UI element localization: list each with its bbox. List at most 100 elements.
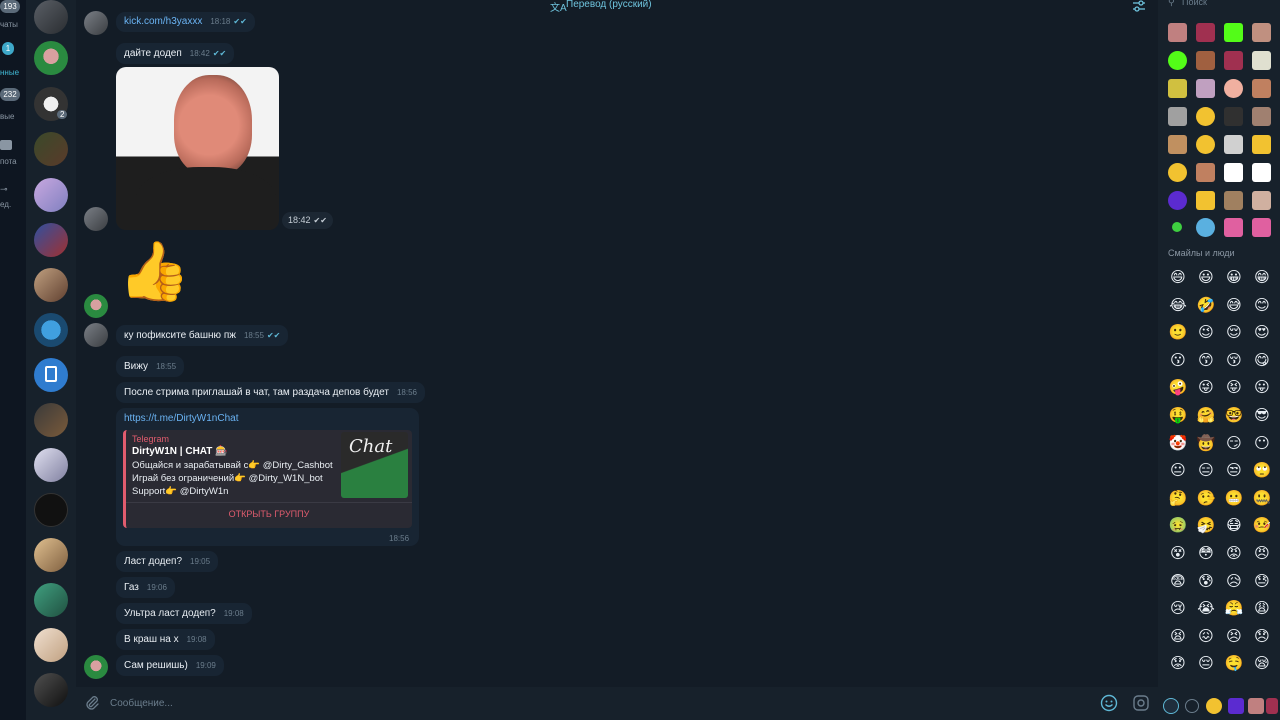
custom-emoji[interactable] xyxy=(1168,23,1187,42)
emoji-item[interactable]: 😶 xyxy=(1252,433,1272,453)
chat-avatar[interactable] xyxy=(34,583,68,617)
emoji-item[interactable]: 🤠 xyxy=(1196,433,1216,453)
message-bubble[interactable]: Ласт додеп? 19:05 xyxy=(116,551,219,572)
custom-emoji[interactable] xyxy=(1196,107,1215,126)
custom-emoji[interactable] xyxy=(1196,218,1215,237)
emoji-item[interactable]: 😚 xyxy=(1224,350,1244,370)
custom-emoji[interactable] xyxy=(1196,79,1215,98)
emoji-item[interactable]: 🤐 xyxy=(1252,488,1272,508)
emoji-item[interactable]: 😤 xyxy=(1224,598,1244,618)
emoji-item[interactable]: 😛 xyxy=(1252,377,1272,397)
custom-emoji[interactable] xyxy=(1196,163,1215,182)
folder-all-chats[interactable]: 193 чаты xyxy=(0,0,26,40)
link-preview-card[interactable]: Telegram DirtyW1N | CHAT 🎰 Общайся и зар… xyxy=(123,430,412,528)
emoji-item[interactable]: 🤧 xyxy=(1196,515,1216,535)
emoji-item[interactable]: 😍 xyxy=(1252,322,1272,342)
sender-avatar[interactable] xyxy=(84,294,108,318)
custom-emoji[interactable] xyxy=(1196,23,1215,42)
custom-emoji[interactable] xyxy=(1224,135,1243,154)
emoji-item[interactable]: 😪 xyxy=(1252,653,1272,673)
emoji-item[interactable]: 😜 xyxy=(1196,377,1216,397)
emoji-item[interactable]: 😎 xyxy=(1252,405,1272,425)
bot-commands-icon[interactable] xyxy=(1132,694,1150,712)
custom-emoji[interactable] xyxy=(1168,163,1187,182)
message-link[interactable]: kick.com/h3yaxxx xyxy=(124,16,202,27)
chat-avatar[interactable] xyxy=(34,41,68,75)
sender-avatar[interactable] xyxy=(84,207,108,231)
custom-emoji[interactable] xyxy=(1196,51,1215,70)
chat-avatar[interactable] xyxy=(34,132,68,166)
link-preview-message[interactable]: https://t.me/DirtyW1nChat Telegram Dirty… xyxy=(116,408,419,546)
custom-emoji[interactable] xyxy=(1252,51,1271,70)
sender-avatar[interactable] xyxy=(84,323,108,347)
emoji-item[interactable]: 😨 xyxy=(1168,571,1188,591)
emoji-item[interactable]: 😗 xyxy=(1168,350,1188,370)
custom-emoji[interactable] xyxy=(1252,218,1271,237)
emoji-item[interactable]: 😂 xyxy=(1168,295,1188,315)
chat-avatar[interactable] xyxy=(34,0,68,34)
chat-avatar[interactable] xyxy=(34,178,68,212)
emoji-item[interactable]: 🤔 xyxy=(1168,488,1188,508)
message-bubble[interactable]: Ультра ласт додеп? 19:08 xyxy=(116,603,252,624)
emoji-item[interactable]: 😒 xyxy=(1224,460,1244,480)
sticker-message[interactable]: 👍 xyxy=(118,236,190,306)
custom-emoji[interactable] xyxy=(1168,51,1187,70)
sender-avatar[interactable] xyxy=(84,655,108,679)
translate-icon[interactable]: 文A xyxy=(550,0,567,14)
emoji-item[interactable]: 😩 xyxy=(1252,598,1272,618)
emoji-item[interactable]: 😢 xyxy=(1168,598,1188,618)
custom-emoji[interactable] xyxy=(1196,191,1215,210)
chat-avatar[interactable] xyxy=(34,448,68,482)
emoji-search-input[interactable]: Поиск xyxy=(1182,0,1280,11)
custom-emoji[interactable] xyxy=(1172,222,1182,232)
custom-emoji[interactable] xyxy=(1168,79,1187,98)
emoji-item[interactable]: 🤪 xyxy=(1168,377,1188,397)
saved-messages-avatar[interactable] xyxy=(34,358,68,392)
pack-icon[interactable] xyxy=(1228,698,1244,714)
message-bubble[interactable]: ку пофиксите башню пж 18:55 ✔✔ xyxy=(116,325,289,346)
emoji-item[interactable]: 😀 xyxy=(1224,267,1244,287)
emoji-item[interactable]: 😅 xyxy=(1224,295,1244,315)
chat-avatar[interactable] xyxy=(34,628,68,662)
chat-avatar[interactable] xyxy=(34,268,68,302)
emoji-item[interactable]: 😄 xyxy=(1168,267,1188,287)
emoji-item[interactable]: 🤤 xyxy=(1224,653,1244,673)
chat-avatar[interactable] xyxy=(34,313,68,347)
pack-icon[interactable] xyxy=(1248,698,1264,714)
emoji-item[interactable]: 😭 xyxy=(1196,598,1216,618)
custom-emoji[interactable] xyxy=(1224,163,1243,182)
folder-personal[interactable]: 1 нные xyxy=(0,42,26,82)
emoji-item[interactable]: 😔 xyxy=(1196,653,1216,673)
message-bubble[interactable]: Сам решишь) 19:09 xyxy=(116,655,224,676)
emoji-item[interactable]: 😫 xyxy=(1168,626,1188,646)
custom-emoji[interactable] xyxy=(1252,163,1271,182)
message-input[interactable] xyxy=(110,693,1090,713)
message-bubble[interactable]: Газ 19:06 xyxy=(116,577,175,598)
emoji-item[interactable]: 😖 xyxy=(1196,626,1216,646)
emoji-item[interactable]: 😊 xyxy=(1252,295,1272,315)
emoji-item[interactable]: 😌 xyxy=(1224,322,1244,342)
emoji-item[interactable]: 🤗 xyxy=(1196,405,1216,425)
emoji-item[interactable]: 😵 xyxy=(1168,543,1188,563)
folder-edit[interactable]: ⊸ ед. xyxy=(0,182,26,222)
folder-bots[interactable]: пота xyxy=(0,138,26,178)
open-group-button[interactable]: ОТКРЫТЬ ГРУППУ xyxy=(126,509,412,519)
chat-avatar[interactable] xyxy=(34,223,68,257)
emoji-item[interactable]: 🤓 xyxy=(1224,405,1244,425)
message-bubble[interactable]: После стрима приглашай в чат, там раздач… xyxy=(116,382,425,403)
emoji-item[interactable]: 🤑 xyxy=(1168,405,1188,425)
chat-avatar[interactable] xyxy=(34,673,68,707)
emoji-item[interactable]: 😠 xyxy=(1252,543,1272,563)
emoji-item[interactable]: 😬 xyxy=(1224,488,1244,508)
translate-bar-title[interactable]: Перевод (русский) xyxy=(566,0,652,10)
emoji-item[interactable]: 😐 xyxy=(1168,460,1188,480)
custom-emoji[interactable] xyxy=(1168,135,1187,154)
emoji-item[interactable]: 😏 xyxy=(1224,433,1244,453)
emoji-item[interactable]: 😑 xyxy=(1196,460,1216,480)
emoji-item[interactable]: 😝 xyxy=(1224,377,1244,397)
message-link[interactable]: https://t.me/DirtyW1nChat xyxy=(124,413,411,424)
emoji-item[interactable]: 😰 xyxy=(1196,571,1216,591)
custom-emoji[interactable] xyxy=(1224,51,1243,70)
custom-emoji[interactable] xyxy=(1224,191,1243,210)
emoji-item[interactable]: 🤒 xyxy=(1252,515,1272,535)
